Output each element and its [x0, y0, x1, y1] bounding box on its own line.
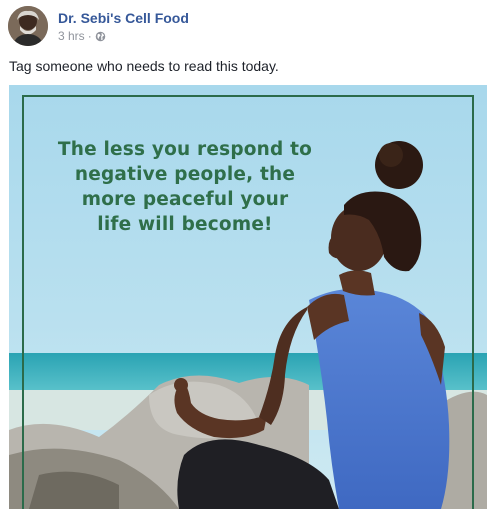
page-name-link[interactable]: Dr. Sebi's Cell Food — [58, 10, 189, 26]
quote-line: negative people, the — [74, 164, 296, 185]
quote-line: more peaceful your — [81, 189, 289, 210]
quote-text: The less you respond to negative people,… — [39, 137, 331, 237]
post-image[interactable]: The less you respond to negative people,… — [9, 85, 487, 509]
post-text: Tag someone who needs to read this today… — [9, 58, 279, 74]
avatar[interactable] — [8, 6, 48, 46]
meta-separator: · — [87, 29, 92, 43]
post-meta: 3 hrs · — [58, 29, 106, 43]
post-header: Dr. Sebi's Cell Food 3 hrs · — [8, 6, 488, 48]
post-timestamp[interactable]: 3 hrs — [58, 29, 85, 43]
quote-line: The less you respond to — [57, 139, 313, 160]
quote-line: life will become! — [97, 214, 273, 235]
globe-icon[interactable] — [95, 31, 106, 42]
avatar-photo — [8, 6, 48, 46]
